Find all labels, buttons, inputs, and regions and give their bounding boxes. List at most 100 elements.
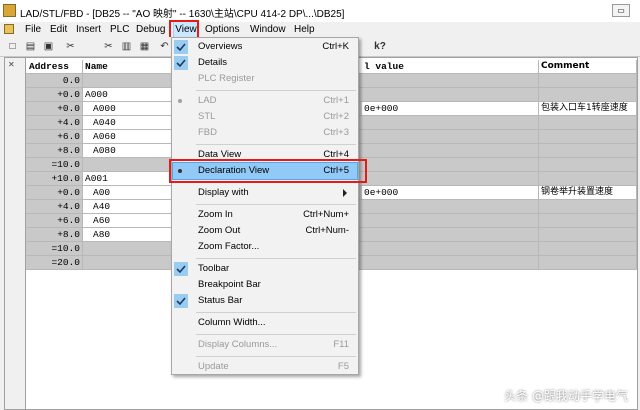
cell-init (362, 214, 539, 227)
menu-debug[interactable]: Debug (136, 22, 165, 37)
menu-item-data-view[interactable]: Data View Ctrl+4 (173, 147, 357, 163)
menu-bar: File Edit Insert PLC Debug View Options … (0, 21, 640, 38)
menu-separator (196, 312, 356, 313)
menu-item-breakpoint-bar[interactable]: Breakpoint Bar (173, 277, 357, 293)
menu-item-label: Declaration View (198, 165, 270, 176)
menu-item-label: Status Bar (198, 295, 243, 306)
menu-item-zoom-factor[interactable]: Zoom Factor... (173, 239, 357, 255)
submenu-arrow-icon (343, 189, 347, 197)
row-gutter: ✕ (5, 58, 26, 409)
menu-separator (196, 258, 356, 259)
menu-window[interactable]: Window (250, 22, 286, 37)
menu-item-overviews[interactable]: Overviews Ctrl+K (173, 39, 357, 55)
cell-address: +4.0 (26, 116, 83, 129)
cut-icon[interactable]: ✂ (102, 40, 115, 53)
menu-item-label: Display Columns... (198, 339, 278, 350)
document-icon[interactable] (4, 24, 14, 34)
print-icon[interactable]: ✂ (64, 40, 77, 53)
menu-item-shortcut: Ctrl+Num- (305, 225, 349, 236)
undo-icon[interactable]: ↶ (158, 40, 171, 53)
menu-separator (196, 204, 356, 205)
view-menu-dropdown: Overviews Ctrl+K Details PLC Register LA… (171, 37, 359, 375)
paste-icon[interactable]: ▦ (138, 40, 151, 53)
cell-comment (539, 158, 637, 171)
menu-edit[interactable]: Edit (50, 22, 67, 37)
menu-item-label: Update (198, 361, 229, 372)
watermark: 头条 @跟我动手学电气 (504, 389, 628, 403)
menu-options[interactable]: Options (205, 22, 239, 37)
cell-address: +6.0 (26, 130, 83, 143)
menu-item-label: Breakpoint Bar (198, 279, 261, 290)
menu-item-shortcut: F11 (333, 339, 349, 350)
cell-address: 0.0 (26, 74, 83, 87)
cell-init (362, 228, 539, 241)
cell-address: =10.0 (26, 158, 83, 171)
menu-item-shortcut: Ctrl+4 (323, 149, 349, 160)
cell-init (362, 130, 539, 143)
menu-help[interactable]: Help (294, 22, 315, 37)
menu-separator (196, 90, 356, 91)
menu-item-details[interactable]: Details (173, 55, 357, 71)
menu-plc[interactable]: PLC (110, 22, 129, 37)
menu-file[interactable]: File (25, 22, 41, 37)
menu-item-shortcut: Ctrl+Num+ (303, 209, 349, 220)
menu-item-shortcut: Ctrl+5 (323, 165, 349, 176)
restore-button[interactable]: ▭ (612, 4, 630, 17)
menu-item-shortcut: Ctrl+3 (323, 127, 349, 138)
header-comment[interactable]: Comment (539, 60, 637, 73)
cell-address: =10.0 (26, 242, 83, 255)
menu-item-zoom-in[interactable]: Zoom In Ctrl+Num+ (173, 207, 357, 223)
menu-item-label: Data View (198, 149, 242, 160)
cell-address: +0.0 (26, 102, 83, 115)
menu-item-shortcut: F5 (337, 361, 349, 372)
checkmark-icon (174, 262, 188, 276)
checkmark-icon (174, 294, 188, 308)
menu-item-label: Zoom Factor... (198, 241, 260, 252)
cell-comment (539, 144, 637, 157)
menu-item-shortcut: Ctrl+K (322, 41, 349, 52)
checkmark-icon (174, 56, 188, 70)
context-help-icon[interactable]: k? (372, 40, 388, 53)
close-icon[interactable]: ✕ (8, 61, 18, 69)
cell-init (362, 200, 539, 213)
cell-init (362, 158, 539, 171)
cell-init (362, 116, 539, 129)
menu-item-shortcut: Ctrl+2 (323, 111, 349, 122)
checkmark-icon (174, 40, 188, 54)
header-address[interactable]: Address (26, 60, 83, 73)
cell-comment: 钢卷举升装置速度 (539, 186, 637, 199)
menu-item-update: Update F5 (173, 359, 357, 375)
menu-view[interactable]: View (173, 21, 199, 38)
copy-icon[interactable]: ▥ (120, 40, 133, 53)
radio-bullet-icon (178, 169, 182, 173)
cell-address: +4.0 (26, 200, 83, 213)
menu-item-plc-register: PLC Register (173, 71, 357, 87)
cell-comment (539, 214, 637, 227)
menu-separator (196, 334, 356, 335)
menu-item-shortcut: Ctrl+1 (323, 95, 349, 106)
cell-init (362, 74, 539, 87)
open-icon[interactable]: ▤ (24, 40, 37, 53)
cell-comment (539, 242, 637, 255)
cell-address: +8.0 (26, 144, 83, 157)
menu-item-label: PLC Register (198, 73, 255, 84)
new-icon[interactable]: □ (6, 40, 19, 53)
menu-item-display-with[interactable]: Display with (173, 185, 357, 201)
menu-insert[interactable]: Insert (76, 22, 101, 37)
menu-item-status-bar[interactable]: Status Bar (173, 293, 357, 309)
menu-item-declaration-view[interactable]: Declaration View Ctrl+5 (172, 162, 358, 180)
cell-address: +0.0 (26, 88, 83, 101)
cell-init: 0e+000 (362, 186, 539, 199)
menu-item-toolbar[interactable]: Toolbar (173, 261, 357, 277)
cell-comment (539, 130, 637, 143)
menu-item-stl: STL Ctrl+2 (173, 109, 357, 125)
menu-item-column-width[interactable]: Column Width... (173, 315, 357, 331)
save-icon[interactable]: ▣ (42, 40, 55, 53)
cell-init (362, 88, 539, 101)
menu-item-label: STL (198, 111, 216, 122)
menu-item-zoom-out[interactable]: Zoom Out Ctrl+Num- (173, 223, 357, 239)
menu-separator (196, 144, 356, 145)
menu-item-display-columns: Display Columns... F11 (173, 337, 357, 353)
header-initial-value[interactable]: l value (362, 60, 539, 73)
cell-address: +0.0 (26, 186, 83, 199)
